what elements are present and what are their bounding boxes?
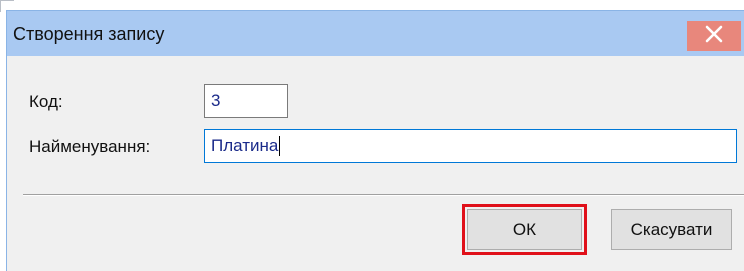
name-label: Найменування: bbox=[29, 137, 151, 156]
code-field-value: 3 bbox=[211, 91, 221, 110]
screenshot-stage: Створення запису Код: 3 Найменування: Пл… bbox=[0, 0, 744, 271]
close-button[interactable] bbox=[687, 21, 741, 51]
name-field[interactable]: Платина bbox=[204, 129, 737, 163]
cancel-button[interactable]: Скасувати bbox=[611, 209, 732, 250]
text-caret bbox=[279, 136, 281, 156]
create-record-dialog: Створення запису Код: 3 Найменування: Пл… bbox=[6, 10, 744, 271]
close-icon bbox=[704, 24, 724, 49]
dialog-titlebar[interactable]: Створення запису bbox=[7, 11, 744, 56]
dialog-title: Створення запису bbox=[13, 24, 165, 44]
code-label: Код: bbox=[29, 92, 63, 111]
name-field-value: Платина bbox=[211, 136, 279, 155]
ok-button[interactable]: ОК bbox=[467, 209, 582, 250]
dialog-body: Код: 3 Найменування: Платина ОК Скасуват… bbox=[7, 56, 744, 271]
code-field[interactable]: 3 bbox=[204, 84, 288, 118]
ok-button-label: ОК bbox=[512, 219, 537, 239]
separator-line bbox=[23, 194, 744, 196]
cancel-button-label: Скасувати bbox=[630, 219, 713, 239]
